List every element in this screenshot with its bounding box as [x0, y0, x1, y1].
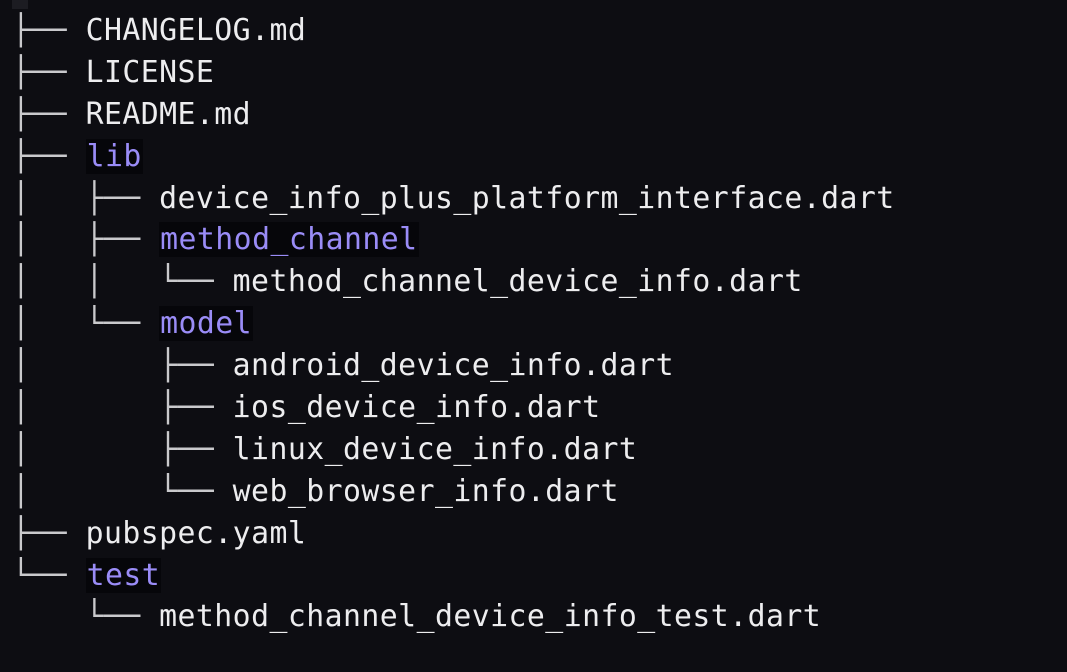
file-name[interactable]: method_channel_device_info_test.dart: [159, 599, 821, 634]
tree-row-platform-interface: │ ├── device_info_plus_platform_interfac…: [12, 178, 895, 220]
tree-branch: ├──: [12, 138, 86, 174]
directory-tree: ├── CHANGELOG.md ├── LICENSE ├── README.…: [12, 10, 895, 638]
directory-name[interactable]: method_channel: [159, 222, 419, 258]
tree-branch: └──: [12, 557, 86, 593]
tree-row-web-browser-info: │ └── web_browser_info.dart: [12, 471, 895, 513]
directory-name[interactable]: lib: [85, 138, 143, 174]
file-name[interactable]: LICENSE: [86, 55, 215, 90]
tree-branch: └──: [12, 599, 160, 635]
file-name[interactable]: device_info_plus_platform_interface.dart: [159, 181, 895, 216]
directory-name[interactable]: test: [85, 557, 162, 593]
file-name[interactable]: method_channel_device_info.dart: [233, 264, 803, 299]
tree-row-linux-device-info: │ ├── linux_device_info.dart: [12, 429, 895, 471]
tree-row-test: └── test: [12, 555, 895, 597]
tree-branch: │ │ └──: [12, 264, 233, 300]
terminal-window: ├── CHANGELOG.md ├── LICENSE ├── README.…: [0, 0, 1067, 672]
tree-row-ios-device-info: │ ├── ios_device_info.dart: [12, 387, 895, 429]
tree-row-lib: ├── lib: [12, 136, 895, 178]
tree-branch: ├──: [12, 54, 86, 90]
tree-row-android-device-info: │ ├── android_device_info.dart: [12, 345, 895, 387]
directory-name[interactable]: model: [159, 306, 254, 342]
file-name[interactable]: pubspec.yaml: [86, 516, 307, 551]
file-name[interactable]: README.md: [86, 97, 252, 132]
tree-branch: │ ├──: [12, 222, 160, 258]
tree-branch: ├──: [12, 13, 86, 48]
tree-branch: │ ├──: [12, 390, 233, 426]
tree-row-method-channel-test: └── method_channel_device_info_test.dart: [12, 596, 895, 638]
tree-branch: │ ├──: [12, 431, 233, 467]
tree-branch: │ ├──: [12, 180, 160, 216]
cursor-block: [12, 0, 28, 9]
tree-branch: │ └──: [12, 473, 233, 509]
file-name[interactable]: CHANGELOG.md: [86, 13, 307, 48]
file-name[interactable]: ios_device_info.dart: [233, 390, 601, 425]
tree-row-method-channel-device-info: │ │ └── method_channel_device_info.dart: [12, 261, 895, 303]
tree-branch: ├──: [12, 515, 86, 551]
tree-row-license: ├── LICENSE: [12, 52, 895, 94]
tree-row-readme: ├── README.md: [12, 94, 895, 136]
tree-branch: ├──: [12, 96, 86, 132]
tree-row-method-channel: │ ├── method_channel: [12, 219, 895, 261]
tree-row-pubspec: ├── pubspec.yaml: [12, 513, 895, 555]
tree-branch: │ ├──: [12, 348, 233, 384]
file-name[interactable]: web_browser_info.dart: [233, 474, 619, 509]
tree-row-model: │ └── model: [12, 303, 895, 345]
file-name[interactable]: linux_device_info.dart: [233, 432, 638, 467]
tree-row-changelog: ├── CHANGELOG.md: [12, 10, 895, 52]
file-name[interactable]: android_device_info.dart: [233, 348, 674, 383]
tree-branch: │ └──: [12, 306, 160, 342]
